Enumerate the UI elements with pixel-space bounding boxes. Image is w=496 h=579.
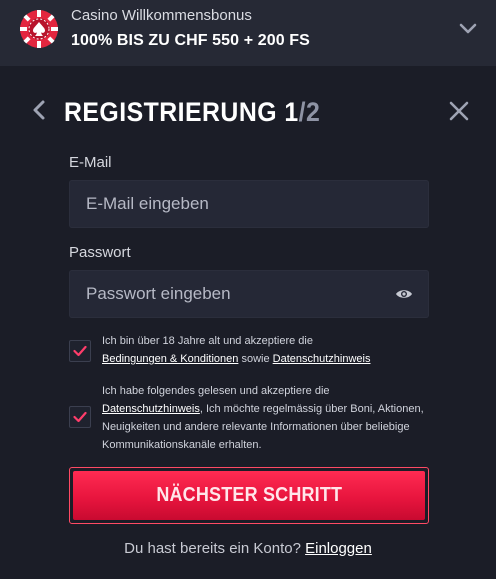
- chevron-down-icon[interactable]: [458, 22, 478, 36]
- email-field-wrapper: [69, 180, 429, 228]
- step-current: 1: [284, 97, 299, 127]
- next-step-button[interactable]: NÄCHSTER SCHRITT: [69, 467, 429, 524]
- marketing-privacy-link[interactable]: Datenschutzhinweis: [102, 403, 200, 415]
- bonus-subtitle: Casino Willkommensbonus: [71, 7, 252, 24]
- next-step-button-face: NÄCHSTER SCHRITT: [73, 471, 425, 520]
- chevron-left-icon[interactable]: [30, 99, 48, 121]
- marketing-text-before: Ich habe folgendes gelesen und akzeptier…: [102, 385, 330, 397]
- checkmark-icon: [73, 411, 87, 423]
- checkmark-icon: [73, 345, 87, 357]
- terms-link[interactable]: Bedingungen & Konditionen: [102, 353, 238, 365]
- casino-chip-icon: [20, 10, 58, 48]
- login-prompt: Du hast bereits ein Konto? Einloggen: [0, 540, 496, 558]
- terms-text-before: Ich bin über 18 Jahre alt und akzeptiere…: [102, 335, 313, 347]
- close-icon[interactable]: [448, 100, 470, 122]
- bonus-offer: 100% BIS ZU CHF 550 + 200 FS: [71, 32, 310, 49]
- privacy-link[interactable]: Datenschutzhinweis: [273, 353, 371, 365]
- next-step-label: NÄCHSTER SCHRITT: [156, 484, 342, 506]
- title-text: REGISTRIERUNG: [64, 97, 285, 127]
- password-field-wrapper: [69, 270, 429, 318]
- password-field[interactable]: [69, 270, 429, 318]
- login-question: Du hast bereits ein Konto?: [124, 540, 306, 557]
- marketing-consent-text: Ich habe folgendes gelesen und akzeptier…: [102, 382, 429, 454]
- email-label: E-Mail: [69, 154, 112, 171]
- email-field[interactable]: [69, 180, 429, 228]
- terms-consent-text: Ich bin über 18 Jahre alt und akzeptiere…: [102, 332, 429, 368]
- registration-modal: REGISTRIERUNG 1/2 E-Mail Passwort Ich bi…: [0, 66, 496, 579]
- step-total: /2: [298, 97, 321, 127]
- terms-text-middle: sowie: [238, 353, 273, 365]
- login-link[interactable]: Einloggen: [305, 540, 372, 557]
- password-label: Passwort: [69, 244, 131, 261]
- modal-header: REGISTRIERUNG 1/2: [0, 66, 496, 156]
- bonus-banner[interactable]: Casino Willkommensbonus 100% BIS ZU CHF …: [0, 0, 496, 66]
- marketing-checkbox[interactable]: [69, 406, 91, 428]
- page-title: REGISTRIERUNG 1/2: [64, 96, 320, 128]
- eye-icon[interactable]: [395, 287, 413, 301]
- terms-checkbox[interactable]: [69, 340, 91, 362]
